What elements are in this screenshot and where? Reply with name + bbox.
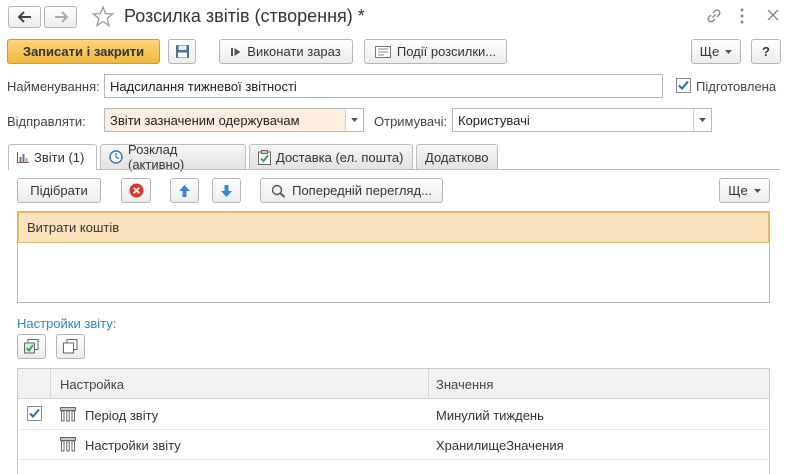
dropdown-arrow-icon <box>699 118 706 122</box>
setting-name: Настройки звіту <box>85 437 181 453</box>
setting-name: Період звіту <box>85 407 159 423</box>
magnifier-icon <box>271 184 286 198</box>
tab-schedule[interactable]: Розклад (активно) <box>100 142 246 172</box>
arrow-left-icon <box>17 11 32 23</box>
back-button[interactable] <box>8 6 41 28</box>
settings-heading: Настройки звіту: <box>17 316 117 331</box>
check-all-icon <box>24 339 39 354</box>
recipients-select-dropdown[interactable] <box>693 109 711 131</box>
uncheck-all-button[interactable] <box>56 334 85 359</box>
events-button[interactable]: Події розсилки... <box>364 39 507 64</box>
move-up-button[interactable] <box>170 178 199 203</box>
arrow-right-icon <box>54 11 68 23</box>
table-row[interactable]: Настройки звіту ХранилищеЗначения <box>18 430 769 460</box>
bar-chart-icon <box>17 152 29 163</box>
setting-value[interactable]: Минулий тиждень <box>436 400 544 430</box>
floppy-disk-icon <box>175 44 190 59</box>
link-icon[interactable] <box>705 7 723 25</box>
column-header-setting[interactable]: Настройка <box>60 369 124 399</box>
delete-icon <box>129 183 144 198</box>
row-checkbox[interactable] <box>27 406 42 421</box>
save-button[interactable] <box>168 39 196 64</box>
name-input[interactable]: Надсилання тижневої звітності <box>104 74 663 98</box>
help-button[interactable]: ? <box>751 39 781 64</box>
tab-additional[interactable]: Додатково <box>416 144 498 169</box>
setting-value[interactable]: ХранилищеЗначения <box>436 430 564 460</box>
delete-button[interactable] <box>121 178 151 203</box>
event-log-icon <box>374 45 391 58</box>
clipboard-check-icon <box>258 149 271 165</box>
prepared-checkbox[interactable] <box>676 78 691 93</box>
list-item[interactable]: Витрати коштів <box>18 212 769 243</box>
page-title: Розсилка звітів (створення) * <box>124 6 365 26</box>
dropdown-arrow-icon <box>351 118 358 122</box>
settings-table-header: Настройка Значення <box>18 369 769 399</box>
close-icon[interactable] <box>767 9 779 21</box>
settings-table: Настройка Значення Період звіту Минулий … <box>17 368 770 474</box>
dropdown-arrow-icon <box>753 188 761 193</box>
save-close-button[interactable]: Записати і закрити <box>7 39 160 64</box>
send-select-dropdown[interactable] <box>345 109 363 131</box>
move-down-button[interactable] <box>212 178 241 203</box>
select-all-button[interactable] <box>17 334 46 359</box>
recipients-select[interactable]: Користувачі <box>452 108 712 132</box>
setting-group-icon <box>60 437 76 452</box>
arrow-up-icon <box>178 184 191 198</box>
favorite-star-icon[interactable] <box>92 6 114 27</box>
tab-reports[interactable]: Звіти (1) <box>8 144 97 170</box>
arrow-down-icon <box>220 184 233 198</box>
recipients-label: Отримувачі: <box>374 114 448 129</box>
setting-group-icon <box>60 407 76 422</box>
prepared-label: Підготовлена <box>696 79 777 94</box>
dropdown-arrow-icon <box>725 49 733 54</box>
preview-button[interactable]: Попередній перегляд... <box>260 178 443 203</box>
table-row[interactable]: Період звіту Минулий тиждень <box>18 400 769 430</box>
reports-more-button[interactable]: Ще <box>719 178 770 203</box>
more-vertical-icon[interactable] <box>738 7 746 25</box>
column-header-value[interactable]: Значення <box>436 369 493 399</box>
more-menu-button[interactable]: Ще <box>691 39 741 64</box>
send-label: Відправляти: <box>7 114 86 129</box>
clock-icon <box>109 150 123 164</box>
forward-button[interactable] <box>44 6 77 28</box>
uncheck-all-icon <box>63 339 78 354</box>
run-now-button[interactable]: Виконати зараз <box>219 39 353 64</box>
name-label: Найменування: <box>7 79 100 94</box>
pick-button[interactable]: Підібрати <box>17 178 101 203</box>
play-step-icon <box>231 47 241 57</box>
send-select[interactable]: Звіти зазначеним одержувачам <box>104 108 364 132</box>
tab-delivery[interactable]: Доставка (ел. пошта) <box>249 144 413 169</box>
